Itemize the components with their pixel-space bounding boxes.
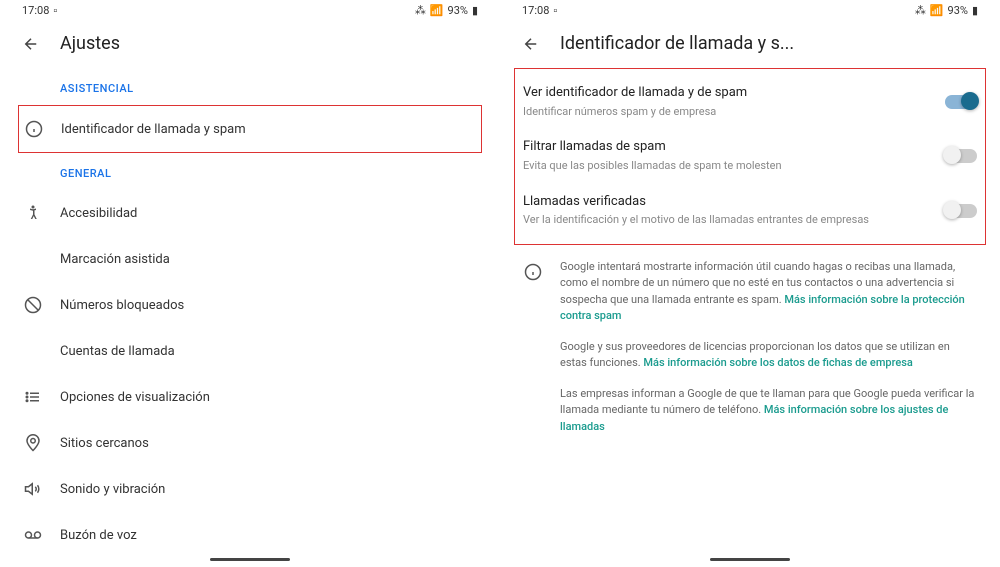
settings-screen: 17:08 ▫ ⁂ 📶 93% ▮ Ajustes ASISTENCIAL Id… <box>0 0 500 567</box>
info-circle-icon <box>522 261 544 283</box>
item-label: Buzón de voz <box>60 528 137 543</box>
toggle-subtitle: Evita que las posibles llamadas de spam … <box>523 158 933 173</box>
item-call-accounts[interactable]: Cuentas de llamada <box>22 328 478 374</box>
toggle-subtitle: Identificar números spam y de empresa <box>523 104 933 119</box>
caller-id-content: Ver identificador de llamada y de spam I… <box>500 68 1000 552</box>
notification-icon: ▫ <box>553 4 557 17</box>
status-bar: 17:08 ▫ ⁂ 📶 93% ▮ <box>0 0 500 19</box>
battery-icon: ▮ <box>972 4 978 17</box>
toggle-title: Filtrar llamadas de spam <box>523 139 933 156</box>
back-arrow-icon[interactable] <box>22 35 40 53</box>
toggle-switch[interactable] <box>945 204 977 218</box>
item-blocked-numbers[interactable]: Números bloqueados <box>22 282 478 328</box>
item-caller-id-spam[interactable]: Identificador de llamada y spam <box>18 105 482 153</box>
item-voicemail[interactable]: Buzón de voz <box>22 512 478 552</box>
item-label: Números bloqueados <box>60 298 184 313</box>
bluetooth-icon: ⁂ <box>415 4 426 17</box>
item-sound-vibration[interactable]: Sonido y vibración <box>22 466 478 512</box>
item-label: Identificador de llamada y spam <box>61 122 246 137</box>
header: Identificador de llamada y s... <box>500 25 1000 68</box>
section-asistencial: ASISTENCIAL <box>22 68 478 105</box>
status-time: 17:08 <box>22 4 49 17</box>
item-label: Sonido y vibración <box>60 482 165 497</box>
nav-indicator <box>210 558 290 561</box>
toggle-filter-spam[interactable]: Filtrar llamadas de spam Evita que las p… <box>523 129 977 183</box>
volume-icon <box>22 478 44 500</box>
item-accessibility[interactable]: Accesibilidad <box>22 190 478 236</box>
status-time: 17:08 <box>522 4 549 17</box>
item-label: Sitios cercanos <box>60 436 149 451</box>
header: Ajustes <box>0 25 500 68</box>
item-label: Cuentas de llamada <box>60 344 175 359</box>
info-text: Google intentará mostrarte información ú… <box>560 259 978 450</box>
item-display-options[interactable]: Opciones de visualización <box>22 374 478 420</box>
signal-icon: 📶 <box>430 4 444 17</box>
list-icon <box>22 386 44 408</box>
page-title: Identificador de llamada y s... <box>560 33 794 54</box>
signal-icon: 📶 <box>930 4 944 17</box>
notification-icon: ▫ <box>53 4 57 17</box>
item-label: Accesibilidad <box>60 206 137 221</box>
voicemail-icon <box>22 524 44 546</box>
info-circle-icon <box>23 118 45 140</box>
caller-id-spam-screen: 17:08 ▫ ⁂ 📶 93% ▮ Identificador de llama… <box>500 0 1000 567</box>
item-label: Opciones de visualización <box>60 390 210 405</box>
toggle-title: Ver identificador de llamada y de spam <box>523 85 933 102</box>
toggle-section-highlighted: Ver identificador de llamada y de spam I… <box>514 68 986 245</box>
battery-percent: 93% <box>448 4 468 17</box>
item-assisted-dial[interactable]: Marcación asistida <box>22 236 478 282</box>
item-label: Marcación asistida <box>60 252 170 267</box>
status-bar: 17:08 ▫ ⁂ 📶 93% ▮ <box>500 0 1000 19</box>
settings-list: ASISTENCIAL Identificador de llamada y s… <box>0 68 500 552</box>
page-title: Ajustes <box>60 33 120 54</box>
link-business-data[interactable]: Más información sobre los datos de ficha… <box>643 356 912 369</box>
toggle-see-caller-id[interactable]: Ver identificador de llamada y de spam I… <box>523 75 977 129</box>
nav-indicator <box>710 558 790 561</box>
bluetooth-icon: ⁂ <box>915 4 926 17</box>
toggle-switch[interactable] <box>945 95 977 109</box>
block-icon <box>22 294 44 316</box>
info-block: Google intentará mostrarte información ú… <box>522 259 978 450</box>
section-general: GENERAL <box>22 153 478 190</box>
toggle-title: Llamadas verificadas <box>523 194 933 211</box>
toggle-verified-calls[interactable]: Llamadas verificadas Ver la identificaci… <box>523 184 977 238</box>
accessibility-icon <box>22 202 44 224</box>
toggle-switch[interactable] <box>945 149 977 163</box>
toggle-subtitle: Ver la identificación y el motivo de las… <box>523 212 933 227</box>
battery-icon: ▮ <box>472 4 478 17</box>
back-arrow-icon[interactable] <box>522 35 540 53</box>
location-icon <box>22 432 44 454</box>
battery-percent: 93% <box>948 4 968 17</box>
item-nearby-places[interactable]: Sitios cercanos <box>22 420 478 466</box>
